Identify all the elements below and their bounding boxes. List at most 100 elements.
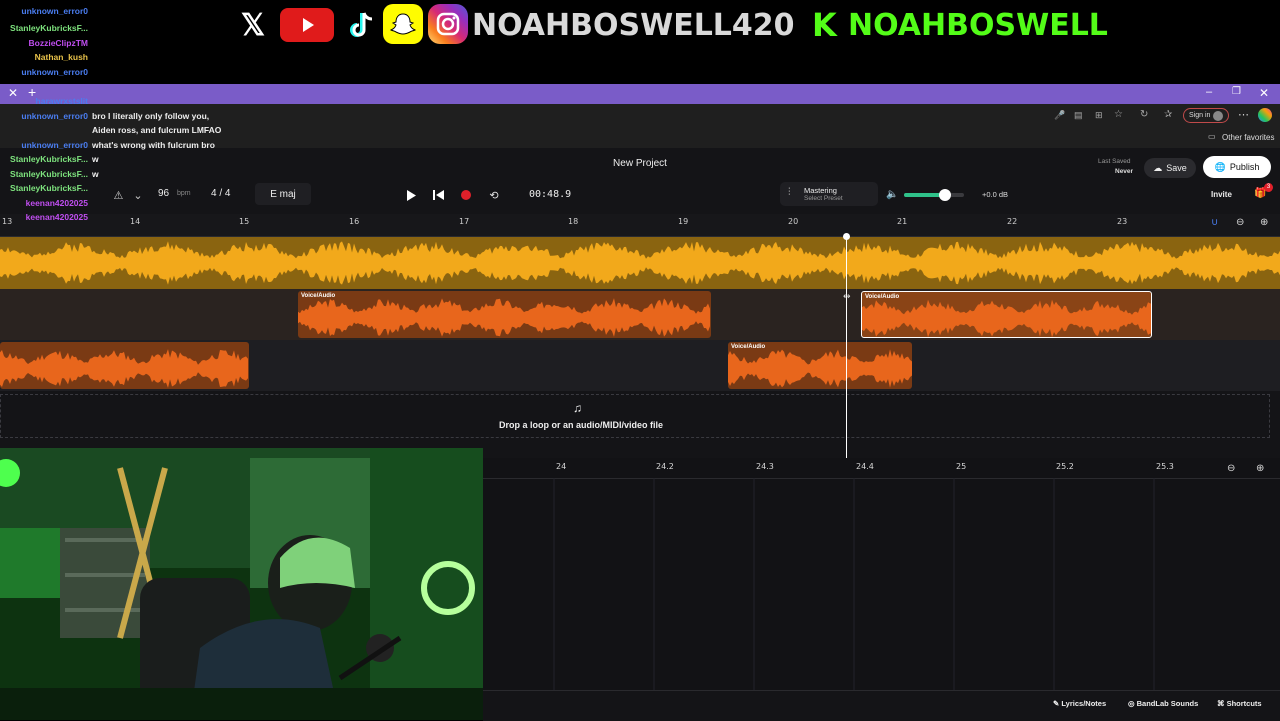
waveform-path xyxy=(0,349,248,388)
mastering-button[interactable]: ⫶ Mastering Select Preset xyxy=(780,182,878,206)
ruler-tick: 20 xyxy=(788,217,799,226)
loop-icon: ⟲ xyxy=(489,189,499,202)
clip-waveform xyxy=(0,349,248,388)
audio-clip[interactable]: Voice/Audio xyxy=(728,342,912,389)
maximize-icon[interactable]: ❐ xyxy=(1232,86,1241,97)
lyrics-notes-button[interactable]: ✎ Lyrics/Notes xyxy=(1053,699,1106,708)
copilot-icon[interactable] xyxy=(1258,108,1272,122)
favorites-icon[interactable]: ✰ xyxy=(1164,109,1172,120)
save-label: Save xyxy=(1166,163,1187,173)
mastering-preset: Select Preset xyxy=(804,195,843,202)
drop-text: Drop a loop or an audio/MIDI/video file xyxy=(498,420,663,430)
save-button[interactable]: ☁ Save xyxy=(1144,158,1196,178)
refresh-icon[interactable]: ↻ xyxy=(1140,109,1148,120)
ruler-tick: 21 xyxy=(897,217,908,226)
ruler-tick: 18 xyxy=(568,217,579,226)
handle-main: NOAHBOSWELL420 xyxy=(472,8,795,43)
waveform-path xyxy=(862,299,1151,337)
ruler-tick: 22 xyxy=(1007,217,1018,226)
chat-message: bro I literally only follow you, xyxy=(92,111,210,121)
favorite-star-icon[interactable]: ☆ xyxy=(1114,109,1123,120)
shortcuts-button[interactable]: ⌘ Shortcuts xyxy=(1217,699,1262,708)
apps-icon[interactable]: ⊞ xyxy=(1095,110,1103,121)
reader-icon[interactable]: ▤ xyxy=(1074,110,1083,121)
other-favorites[interactable]: Other favorites xyxy=(1222,133,1274,142)
chat-message: w xyxy=(92,169,99,179)
more-icon[interactable]: ⋯ xyxy=(1238,108,1249,121)
zoom-in-icon[interactable]: ⊕ xyxy=(1260,217,1268,228)
last-saved-value: Never xyxy=(1115,168,1134,175)
key-selector[interactable]: E maj xyxy=(255,183,311,205)
volume-knob[interactable] xyxy=(938,189,951,201)
bandlab-sounds-button[interactable]: ◎ BandLab Sounds xyxy=(1128,699,1198,708)
chat-message: what's wrong with fulcrum bro xyxy=(92,140,215,150)
chat-username: StanleyKubricksF... xyxy=(10,183,88,193)
track-master[interactable] xyxy=(0,237,1280,289)
stream-chat-overlay: unknown_error0 StanleyKubricksF... BozzieC… xyxy=(0,0,240,230)
kick-icon: K xyxy=(812,6,837,44)
webcam-image xyxy=(0,448,483,720)
publish-button[interactable]: 🌐 Publish xyxy=(1203,156,1271,178)
editor-tick: 25.2 xyxy=(1056,462,1074,471)
loop-button[interactable]: ⟲ xyxy=(486,187,502,203)
play-button[interactable] xyxy=(403,187,419,203)
waveform-path xyxy=(0,241,1280,285)
mastering-label: Mastering xyxy=(804,186,837,195)
snapchat-icon xyxy=(383,4,423,44)
editor-timeline[interactable]: 24 24.2 24.3 24.4 25 25.2 25.3 ⊖ ⊕ ✎ Lyr… xyxy=(483,458,1280,721)
invite-button[interactable]: Invite xyxy=(1211,190,1232,199)
waveform-path xyxy=(728,349,912,388)
youtube-icon xyxy=(280,8,334,42)
playhead[interactable] xyxy=(846,236,847,458)
audio-clip[interactable]: Voice/Audio xyxy=(298,291,711,338)
chat-username: StanleyKubricksF... xyxy=(10,154,88,164)
editor-grid xyxy=(553,478,1155,698)
zoom-out-icon[interactable]: ⊖ xyxy=(1236,217,1244,228)
minimize-icon[interactable]: – xyxy=(1206,86,1212,98)
record-button[interactable] xyxy=(458,187,474,203)
tiktok-icon xyxy=(340,4,382,46)
editor-tick: 25 xyxy=(956,462,967,471)
editor-tick: 24.2 xyxy=(656,462,674,471)
volume-slider[interactable] xyxy=(904,189,964,201)
sign-in-button[interactable]: Sign in xyxy=(1183,108,1229,123)
playhead-handle[interactable] xyxy=(843,233,850,240)
chat-username: unknown_error0 xyxy=(21,6,88,16)
editor-zoom-in-icon[interactable]: ⊕ xyxy=(1256,463,1264,474)
snap-magnet-icon[interactable]: ∪ xyxy=(1211,217,1218,228)
clip-waveform xyxy=(728,349,912,388)
window-close-icon[interactable]: ✕ xyxy=(1259,86,1269,100)
volume-db: +0.0 dB xyxy=(982,190,1009,199)
avatar xyxy=(1213,110,1224,121)
ruler-tick: 19 xyxy=(678,217,689,226)
track-3[interactable]: Voice/Audio xyxy=(0,340,1280,391)
globe-icon: 🌐 xyxy=(1214,161,1226,172)
chat-username: keenan4202025 xyxy=(25,198,88,208)
editor-tick: 24.3 xyxy=(756,462,774,471)
waveform-path xyxy=(298,298,710,337)
chat-message: w xyxy=(92,154,99,164)
drop-zone[interactable]: ♫ Drop a loop or an audio/MIDI/video fil… xyxy=(0,394,1270,438)
editor-zoom-out-icon[interactable]: ⊖ xyxy=(1227,463,1235,474)
sounds-icon: ◎ xyxy=(1128,699,1137,708)
audio-clip[interactable] xyxy=(0,342,249,389)
speaker-icon[interactable]: 🔈 xyxy=(886,189,898,200)
ruler-tick: 15 xyxy=(239,217,250,226)
chat-message: Aiden ross, and fulcrum LMFAO xyxy=(92,125,222,135)
editor-ruler[interactable]: 24 24.2 24.3 24.4 25 25.2 25.3 ⊖ ⊕ xyxy=(483,458,1280,479)
chat-username: Nathan_kush xyxy=(34,52,88,62)
handle-kick: NOAHBOSWELL xyxy=(848,8,1108,43)
chat-username: StanleyKubricksF... xyxy=(10,23,88,33)
webcam-feed xyxy=(0,448,483,720)
key-label: E maj xyxy=(270,188,296,200)
sounds-label: BandLab Sounds xyxy=(1136,699,1199,708)
cloud-upload-icon: ☁ xyxy=(1153,162,1163,173)
track-2[interactable]: Voice/Audio Voice/Audio ⇹ xyxy=(0,289,1280,340)
editor-tick: 25.3 xyxy=(1156,462,1174,471)
ruler-tick: 23 xyxy=(1117,217,1128,226)
mic-icon[interactable]: 🎤 xyxy=(1054,110,1065,121)
clip-waveform xyxy=(862,299,1151,337)
audio-clip-selected[interactable]: Voice/Audio xyxy=(861,291,1152,338)
clip-waveform xyxy=(298,298,710,337)
rewind-button[interactable] xyxy=(430,187,446,203)
